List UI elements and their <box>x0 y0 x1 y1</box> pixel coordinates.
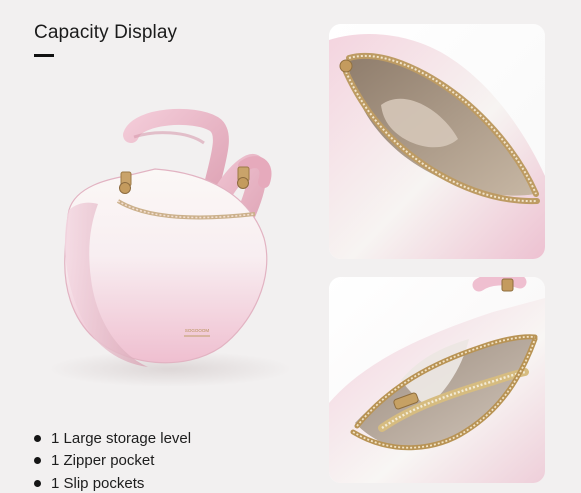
bullet-dot-icon <box>34 479 41 487</box>
title-underline <box>34 54 54 57</box>
bag-strap-segment <box>472 277 527 292</box>
feature-text: 1 Zipper pocket <box>51 452 155 470</box>
feature-list: 1 Large storage level 1 Zipper pocket 1 … <box>34 427 191 493</box>
brand-mark: SOGOOOM <box>185 328 210 333</box>
strap-hardware <box>237 177 249 189</box>
interior-zipper-illustration <box>329 277 545 483</box>
feature-item: 1 Zipper pocket <box>34 450 191 473</box>
feature-text: 1 Slip pockets <box>51 474 145 492</box>
strap-buckle-icon <box>501 278 514 292</box>
bullet-dot-icon <box>34 457 41 465</box>
zipper-pull-icon <box>339 59 353 73</box>
feature-item: 1 Slip pockets <box>34 472 191 493</box>
handle-hardware <box>119 182 131 194</box>
product-detail-panel: Capacity Display SOGOOOM 1 Large storage… <box>0 0 581 493</box>
bullet-dot-icon <box>34 434 41 442</box>
hero-bag-image: SOGOOOM <box>20 90 310 410</box>
hero-bag-illustration: SOGOOOM <box>48 108 292 387</box>
interior-open-illustration <box>329 24 545 259</box>
interior-zipper-image <box>329 277 545 483</box>
handle-stitch <box>133 131 205 145</box>
page-title: Capacity Display <box>34 22 178 43</box>
feature-text: 1 Large storage level <box>51 429 192 447</box>
feature-item: 1 Large storage level <box>34 427 191 450</box>
interior-open-image <box>329 24 545 259</box>
